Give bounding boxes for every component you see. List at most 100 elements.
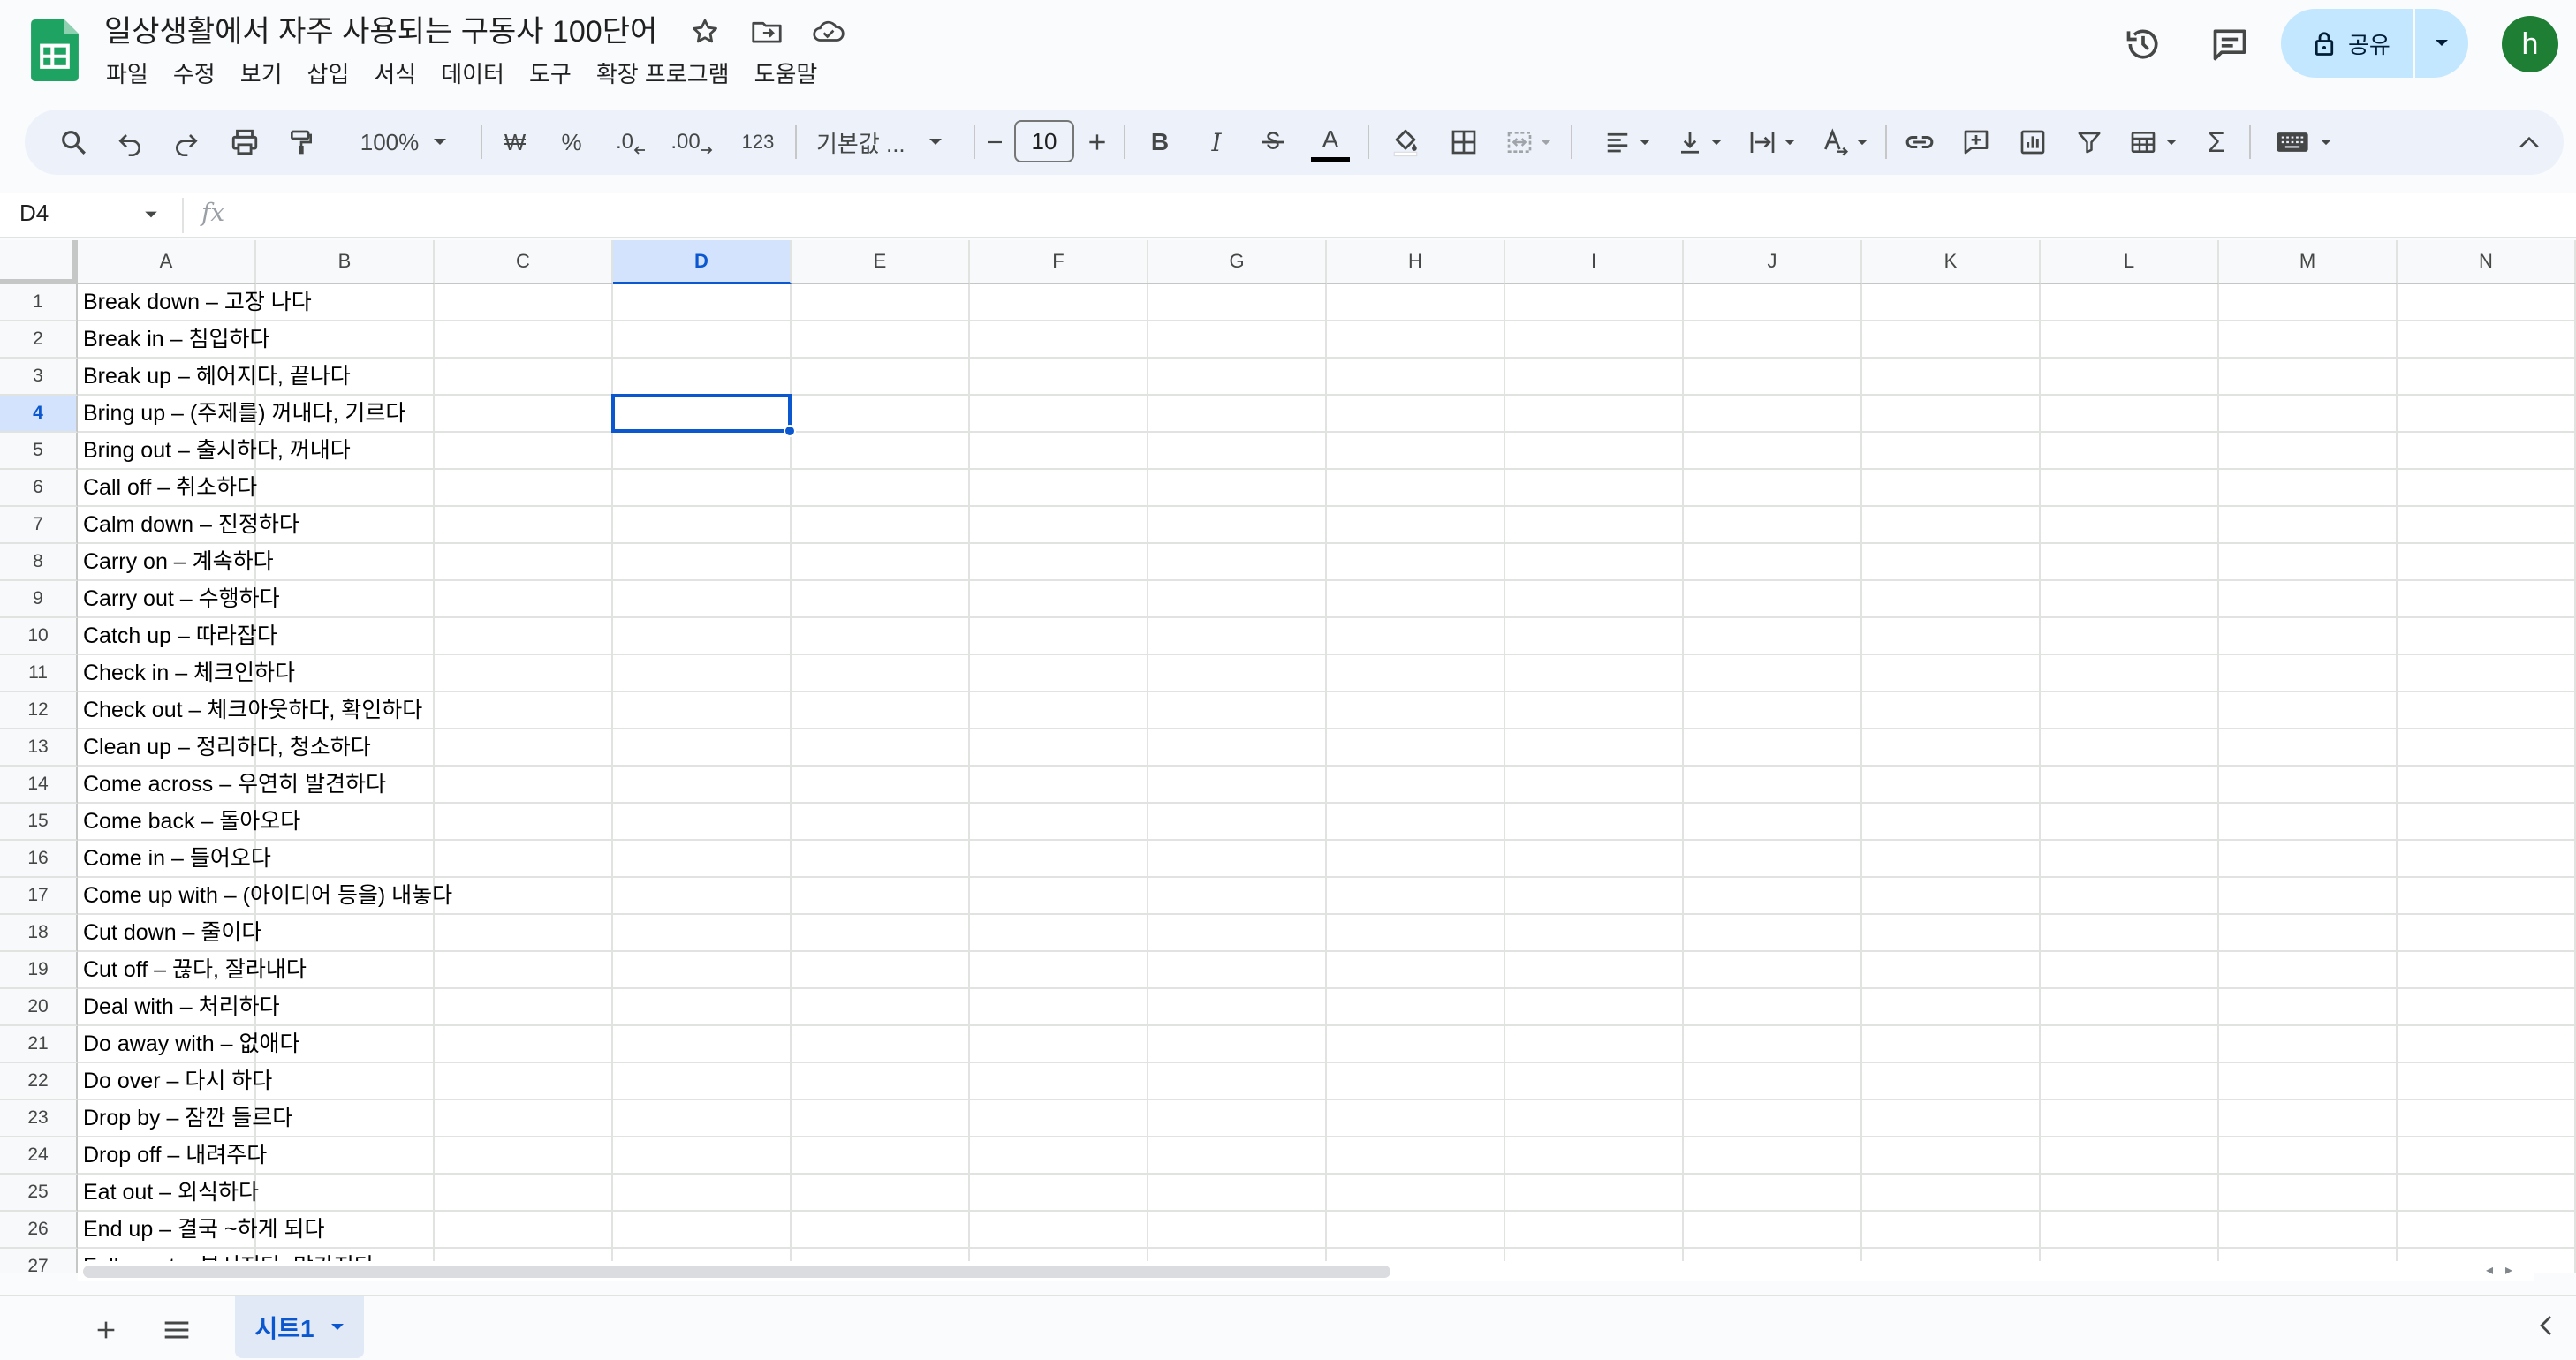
row-header-22[interactable]: 22	[0, 1063, 78, 1100]
sheets-logo-icon[interactable]	[30, 19, 80, 81]
row-header-5[interactable]: 5	[0, 433, 78, 470]
row-header-13[interactable]: 13	[0, 729, 78, 767]
row-header-19[interactable]: 19	[0, 952, 78, 989]
cell-a19[interactable]: Cut off – 끊다, 잘라내다	[83, 952, 307, 987]
version-history-icon[interactable]	[2117, 18, 2170, 71]
vertical-align-button[interactable]	[1668, 110, 1731, 175]
text-wrap-button[interactable]	[1740, 110, 1804, 175]
italic-button[interactable]: I	[1196, 110, 1237, 175]
paint-format-icon[interactable]	[279, 110, 323, 175]
increase-font-size-button[interactable]	[1080, 110, 1115, 175]
cell-a24[interactable]: Drop off – 내려주다	[83, 1137, 267, 1173]
menu-tools[interactable]: 도구	[517, 53, 584, 93]
row-header-23[interactable]: 23	[0, 1100, 78, 1137]
cell-a20[interactable]: Deal with – 처리하다	[83, 989, 280, 1024]
cell-a17[interactable]: Come up with – (아이디어 등을) 내놓다	[83, 878, 452, 913]
menu-file[interactable]: 파일	[94, 53, 161, 93]
share-button[interactable]: 공유	[2281, 9, 2413, 78]
cell-a12[interactable]: Check out – 체크아웃하다, 확인하다	[83, 692, 422, 728]
print-icon[interactable]	[221, 110, 269, 175]
cell-a22[interactable]: Do over – 다시 하다	[83, 1063, 272, 1099]
sheet-tab-1[interactable]: 시트1	[235, 1296, 364, 1358]
cell-a5[interactable]: Bring out – 출시하다, 꺼내다	[83, 433, 351, 468]
menu-edit[interactable]: 수정	[161, 53, 228, 93]
menu-help[interactable]: 도움말	[742, 53, 830, 93]
row-header-14[interactable]: 14	[0, 767, 78, 804]
row-header-15[interactable]: 15	[0, 804, 78, 841]
menu-extensions[interactable]: 확장 프로그램	[584, 53, 742, 93]
cloud-saved-icon[interactable]	[809, 12, 848, 51]
name-box-dropdown[interactable]	[143, 201, 159, 232]
search-menus-icon[interactable]	[51, 110, 95, 175]
collapse-menus-icon[interactable]	[2507, 110, 2551, 175]
row-header-17[interactable]: 17	[0, 878, 78, 915]
avatar[interactable]: h	[2502, 16, 2558, 72]
fill-color-icon[interactable]	[1383, 110, 1428, 175]
cell-a1[interactable]: Break down – 고장 나다	[83, 284, 312, 320]
scrollbar-thumb[interactable]	[83, 1266, 1390, 1278]
font-size-input[interactable]: 10	[1014, 120, 1074, 162]
increase-decimal-button[interactable]: .00	[663, 110, 721, 175]
cell-a11[interactable]: Check in – 체크인하다	[83, 655, 295, 691]
scroll-arrows[interactable]: ◂▸	[2486, 1261, 2525, 1279]
share-dropdown-button[interactable]	[2415, 9, 2468, 78]
decrease-decimal-button[interactable]: .0	[604, 110, 657, 175]
comments-icon[interactable]	[2203, 18, 2256, 71]
functions-button[interactable]: Σ	[2194, 110, 2239, 175]
cell-a21[interactable]: Do away with – 없애다	[83, 1026, 299, 1062]
menu-data[interactable]: 데이터	[428, 53, 517, 93]
menu-view[interactable]: 보기	[228, 53, 295, 93]
column-header-h[interactable]: H	[1327, 240, 1505, 284]
cell-a13[interactable]: Clean up – 정리하다, 청소하다	[83, 729, 371, 765]
currency-format-button[interactable]: ₩	[493, 110, 537, 175]
row-header-2[interactable]: 2	[0, 321, 78, 359]
column-header-c[interactable]: C	[435, 240, 613, 284]
borders-icon[interactable]	[1442, 110, 1486, 175]
add-sheet-button[interactable]	[81, 1305, 131, 1355]
cell-a16[interactable]: Come in – 들어오다	[83, 841, 271, 876]
column-header-m[interactable]: M	[2219, 240, 2398, 284]
row-header-16[interactable]: 16	[0, 841, 78, 878]
input-tools-button[interactable]	[2269, 110, 2339, 175]
filter-icon[interactable]	[2067, 110, 2111, 175]
cell-a14[interactable]: Come across – 우연히 발견하다	[83, 767, 386, 802]
merge-cells-button[interactable]	[1496, 110, 1560, 175]
menu-insert[interactable]: 삽입	[295, 53, 362, 93]
strikethrough-icon[interactable]	[1253, 110, 1293, 175]
cell-a25[interactable]: Eat out – 외식하다	[83, 1175, 259, 1210]
row-header-20[interactable]: 20	[0, 989, 78, 1026]
row-header-11[interactable]: 11	[0, 655, 78, 692]
cell-a9[interactable]: Carry out – 수행하다	[83, 581, 280, 616]
row-header-7[interactable]: 7	[0, 507, 78, 544]
star-icon[interactable]	[686, 12, 724, 51]
row-header-9[interactable]: 9	[0, 581, 78, 618]
row-header-3[interactable]: 3	[0, 359, 78, 396]
bold-button[interactable]: B	[1140, 110, 1180, 175]
undo-icon[interactable]	[108, 110, 152, 175]
move-folder-icon[interactable]	[747, 12, 786, 51]
cell-a6[interactable]: Call off – 취소하다	[83, 470, 257, 505]
horizontal-scrollbar[interactable]: ◂▸	[78, 1261, 2534, 1281]
cell-a26[interactable]: End up – 결국 ~하게 되다	[83, 1212, 325, 1247]
row-header-1[interactable]: 1	[0, 284, 78, 321]
column-header-d[interactable]: D	[613, 240, 792, 284]
active-cell-outline[interactable]	[611, 394, 792, 433]
menu-format[interactable]: 서식	[361, 53, 428, 93]
column-header-a[interactable]: A	[78, 240, 256, 284]
column-header-f[interactable]: F	[970, 240, 1148, 284]
row-header-4[interactable]: 4	[0, 396, 78, 433]
zoom-select[interactable]: 100%	[337, 110, 470, 175]
row-header-12[interactable]: 12	[0, 692, 78, 729]
cell-a15[interactable]: Come back – 돌아오다	[83, 804, 300, 839]
column-header-g[interactable]: G	[1148, 240, 1327, 284]
column-header-j[interactable]: J	[1684, 240, 1862, 284]
cell-a10[interactable]: Catch up – 따라잡다	[83, 618, 277, 654]
insert-link-icon[interactable]	[1898, 110, 1942, 175]
cell-a18[interactable]: Cut down – 줄이다	[83, 915, 261, 950]
text-color-button[interactable]: A	[1307, 110, 1353, 175]
cell-a4[interactable]: Bring up – (주제를) 꺼내다, 기르다	[83, 396, 405, 431]
document-title[interactable]: 일상생활에서 자주 사용되는 구동사 100단어	[104, 7, 657, 50]
cell-a2[interactable]: Break in – 침입하다	[83, 321, 270, 357]
font-family-select[interactable]: 기본값 ...	[806, 110, 965, 175]
row-header-26[interactable]: 26	[0, 1212, 78, 1249]
